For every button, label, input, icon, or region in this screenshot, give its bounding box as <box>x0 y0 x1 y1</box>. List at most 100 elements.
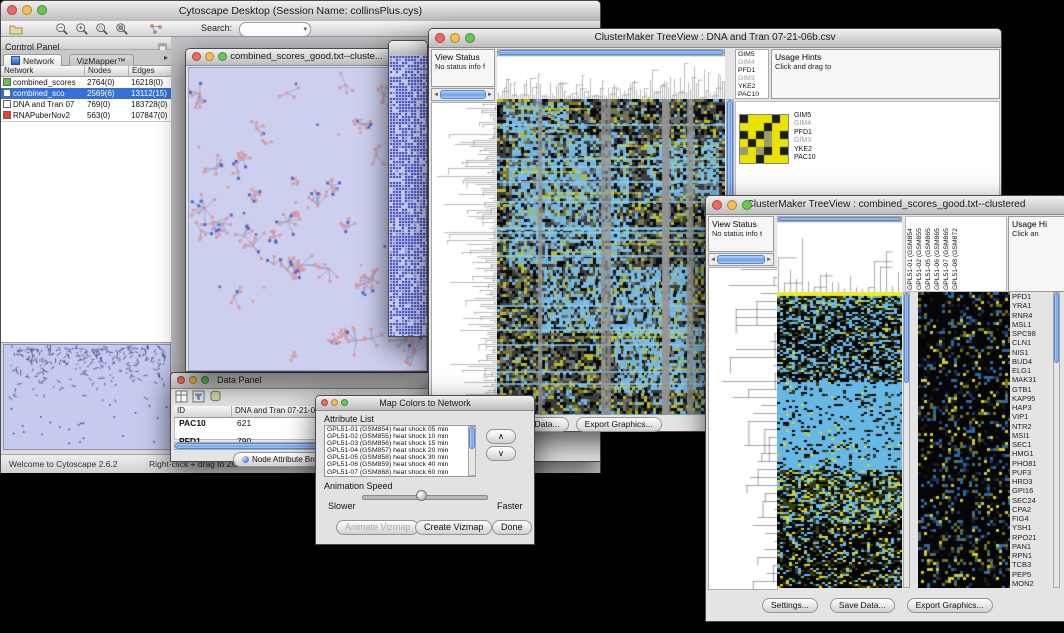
column-label[interactable]: GIM4 <box>738 59 766 67</box>
nav-left-icon[interactable]: ◄ <box>433 92 439 98</box>
column-label[interactable]: GPL51-01 (GSM854 <box>907 218 916 290</box>
matrix-label[interactable]: PAC10 <box>794 154 844 162</box>
matrix-label[interactable]: GIM3 <box>794 137 844 145</box>
gene-dendrogram-canvas[interactable] <box>708 267 778 590</box>
array-dendrogram-canvas[interactable] <box>497 57 725 99</box>
column-label[interactable]: GIM3 <box>738 75 766 83</box>
gene-label[interactable]: MON2 <box>1012 579 1052 588</box>
secondary-heatmap-canvas[interactable] <box>918 292 1010 588</box>
matrix-label[interactable]: PFD1 <box>794 129 844 137</box>
nav-right-icon[interactable]: ► <box>487 92 493 98</box>
matrix-label[interactable]: GIM4 <box>794 120 844 128</box>
gene-label[interactable]: SEC1 <box>1012 440 1052 449</box>
tree-nav-scrollbar[interactable]: ◄► <box>431 88 495 101</box>
close-button[interactable] <box>321 399 328 406</box>
tab-overflow-icon[interactable]: ▸ <box>164 53 168 62</box>
treeview-action-button[interactable]: Save Data... <box>830 598 895 613</box>
search-input[interactable]: ▾ <box>239 22 311 37</box>
select-attributes-icon[interactable] <box>192 390 205 404</box>
column-label[interactable]: GPL51-02 (GSM855 <box>916 218 925 290</box>
attribute-list-item[interactable]: GPL51-06 (GSM859) heat shock 40 min <box>325 461 475 468</box>
gene-label[interactable]: MSL1 <box>1012 320 1052 329</box>
nav-left-icon[interactable]: ◄ <box>710 257 716 263</box>
gene-label[interactable]: NIS1 <box>1012 348 1052 357</box>
heatmap-vscrollbar[interactable] <box>903 292 910 588</box>
gene-label[interactable]: ELG1 <box>1012 366 1052 375</box>
network-list-item[interactable]: RNAPuberNov2563(0)107847(0) <box>1 110 171 121</box>
attribute-list-item[interactable]: GPL51-03 (GSM856) heat shock 15 min <box>325 440 475 447</box>
treeview1-titlebar[interactable]: ClusterMaker TreeView : DNA and Tran 07-… <box>429 29 1001 48</box>
zoom-button[interactable] <box>218 52 227 61</box>
gene-label[interactable]: YRA1 <box>1012 301 1052 310</box>
gene-label[interactable]: RNR4 <box>1012 311 1052 320</box>
array-dendrogram-canvas[interactable] <box>777 223 902 292</box>
attribute-list[interactable]: GPL51-01 (GSM854) heat shock 05 min GPL51… <box>324 425 476 477</box>
attribute-list-vscrollbar[interactable] <box>468 426 476 476</box>
gene-label[interactable]: BUD4 <box>1012 357 1052 366</box>
column-label[interactable]: PAC10 <box>738 91 766 99</box>
nav-right-icon[interactable]: ► <box>766 257 772 263</box>
gene-label[interactable]: HMG1 <box>1012 449 1052 458</box>
zoom-button[interactable] <box>465 33 475 43</box>
gene-label[interactable]: SEC24 <box>1012 496 1052 505</box>
gene-label[interactable]: MSI1 <box>1012 431 1052 440</box>
dialog-titlebar[interactable]: Map Colors to Network <box>316 396 534 411</box>
gene-label[interactable]: PUF3 <box>1012 468 1052 477</box>
network-list-item[interactable]: DNA and Tran 07769(0)183728(0) <box>1 99 171 110</box>
create-vizmap-button[interactable]: Create Vizmap <box>415 520 492 535</box>
attribute-list-item[interactable]: GPL51-01 (GSM854) heat shock 05 min <box>325 426 475 433</box>
network2-canvas[interactable] <box>389 55 427 336</box>
close-button[interactable] <box>7 5 17 15</box>
treeview-action-button[interactable]: Export Graphics... <box>576 417 662 432</box>
gene-label[interactable]: VIP1 <box>1012 412 1052 421</box>
zoom-selected-icon[interactable] <box>93 21 111 36</box>
gene-label[interactable]: SPC98 <box>1012 329 1052 338</box>
open-file-icon[interactable] <box>7 21 25 36</box>
zoom-button[interactable] <box>201 376 209 384</box>
minimize-button[interactable] <box>22 5 32 15</box>
gene-label[interactable]: RPO21 <box>1012 533 1052 542</box>
attribute-list-item[interactable]: GPL51-05 (GSM858) heat shock 30 min <box>325 454 475 461</box>
database-icon[interactable] <box>209 390 222 404</box>
gene-label[interactable]: PHO81 <box>1012 459 1052 468</box>
gene-label[interactable]: PEP5 <box>1012 570 1052 579</box>
gene-label[interactable]: MAK31 <box>1012 375 1052 384</box>
gene-list-vscrollbar[interactable] <box>1053 292 1060 588</box>
search-dropdown-icon[interactable]: ▾ <box>303 23 307 36</box>
close-button[interactable] <box>177 376 185 384</box>
zoom-button[interactable] <box>742 200 752 210</box>
treeview2-titlebar[interactable]: ClusterMaker TreeView : combined_scores_… <box>706 196 1064 215</box>
gene-label[interactable]: RPN1 <box>1012 551 1052 560</box>
treeview-action-button[interactable]: Export Graphics... <box>907 598 993 613</box>
close-button[interactable] <box>435 33 445 43</box>
nav-thumb[interactable] <box>717 255 765 264</box>
attribute-table-icon[interactable] <box>175 390 188 404</box>
nav-thumb[interactable] <box>440 90 486 99</box>
network-list-item[interactable]: combined_sco2569(6)13112(15) <box>1 88 171 99</box>
birdseye-view-canvas[interactable] <box>3 344 171 450</box>
column-label[interactable]: GIM5 <box>738 51 766 59</box>
column-label[interactable]: GPL51-05 (GSM865 <box>925 218 934 290</box>
tree-nav-scrollbar[interactable]: ◄► <box>708 253 774 266</box>
zoom-fit-icon[interactable] <box>113 21 131 36</box>
column-label[interactable]: GPL51-08 (GSM872 <box>952 218 961 290</box>
gene-label[interactable]: FIG4 <box>1012 514 1052 523</box>
close-button[interactable] <box>712 200 722 210</box>
gene-label[interactable]: HAP3 <box>1012 403 1052 412</box>
matrix-label[interactable]: YKE2 <box>794 146 844 154</box>
network-list-item[interactable]: combined_scores2764(0)16218(0) <box>1 77 171 88</box>
zoom-in-icon[interactable] <box>73 21 91 36</box>
zoom-button[interactable] <box>37 5 47 15</box>
network2-titlebar[interactable] <box>389 41 427 56</box>
move-down-button[interactable]: ∨ <box>486 446 516 461</box>
close-button[interactable] <box>192 52 201 61</box>
zoom-out-icon[interactable] <box>53 21 71 36</box>
minimize-button[interactable] <box>331 399 338 406</box>
gene-label[interactable]: GTB1 <box>1012 385 1052 394</box>
gene-label[interactable]: GPI16 <box>1012 486 1052 495</box>
correlation-matrix-canvas[interactable] <box>739 114 789 164</box>
gene-dendrogram-canvas[interactable] <box>431 102 498 417</box>
heatmap-canvas[interactable] <box>777 292 902 588</box>
minimize-button[interactable] <box>189 376 197 384</box>
zoom-button[interactable] <box>341 399 348 406</box>
